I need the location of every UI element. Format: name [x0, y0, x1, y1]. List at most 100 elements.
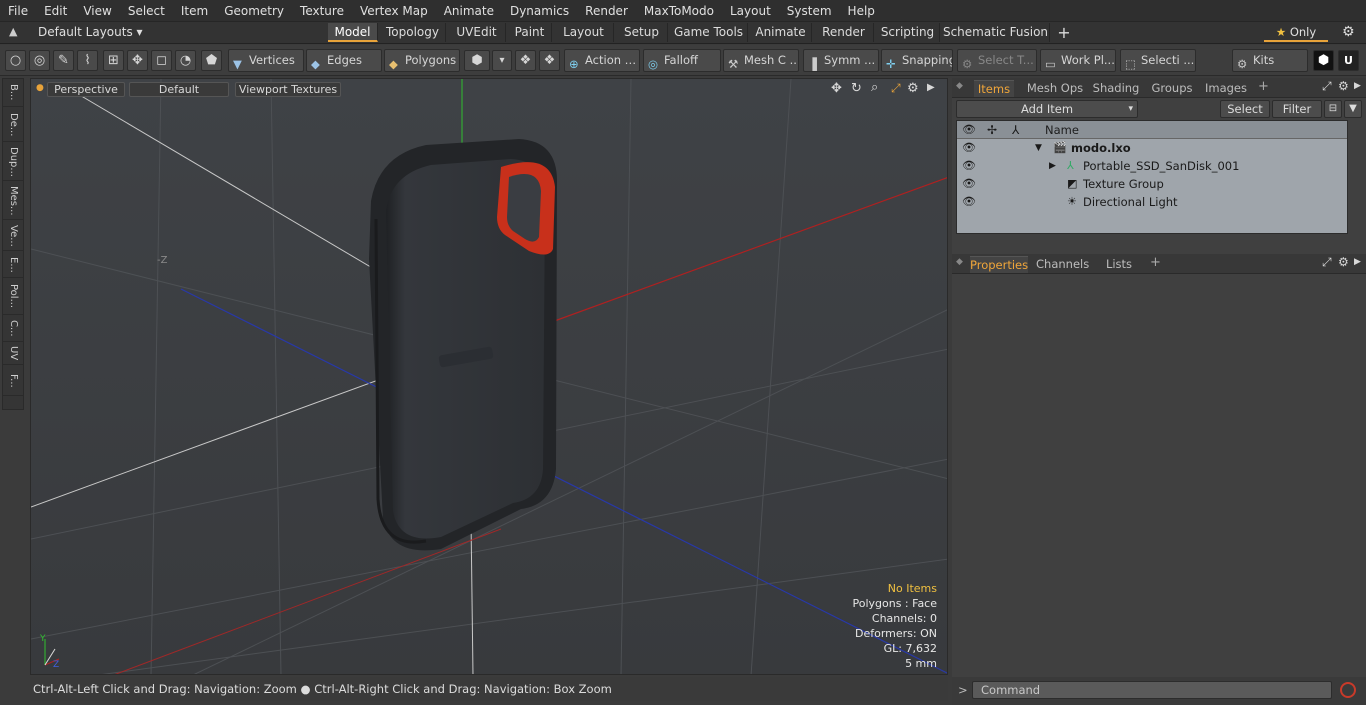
default-shading-button[interactable]: Default [129, 82, 229, 97]
perspective-button[interactable]: Perspective [47, 82, 125, 97]
menu-maxtomodo[interactable]: MaxToModo [636, 4, 722, 18]
tree-row-texture-group[interactable]: 👁 ◩ Texture Group [957, 175, 1347, 193]
tree-row-mesh[interactable]: 👁 ▶ ⅄ Portable_SSD_SanDisk_001 [957, 157, 1347, 175]
rotate-icon[interactable]: ↻ [851, 81, 862, 96]
panel-more-icon[interactable]: ▶ [1354, 81, 1361, 91]
add-tab-icon[interactable]: + [1052, 23, 1076, 42]
left-tab-9[interactable]: UV [3, 343, 23, 365]
mode-dropdown-icon[interactable]: ▾ [492, 50, 512, 71]
add-item-button[interactable]: Add Item ▾ [956, 100, 1138, 118]
tab-animate[interactable]: Animate [750, 23, 812, 42]
left-tab-7[interactable]: Pol... [3, 279, 23, 315]
props-panel-menu-icon[interactable]: ◆ [956, 257, 963, 267]
tab-mesh-ops[interactable]: Mesh Ops [1024, 80, 1086, 97]
record-icon[interactable] [1340, 682, 1356, 698]
3d-viewport[interactable]: -Z Y Z ● Perspective Default Viewport Te… [30, 78, 948, 675]
falloff-button[interactable]: ◎ Falloff [643, 49, 721, 72]
viewport-menu-dot-icon[interactable]: ● [36, 83, 44, 93]
filter-funnel-icon[interactable]: ▼ [1344, 100, 1362, 118]
tree-row-light[interactable]: 👁 ☀ Directional Light [957, 193, 1347, 211]
left-tab-1[interactable]: B... [3, 79, 23, 107]
brush-icon[interactable]: ⌇ [77, 50, 98, 71]
visibility-eye-icon[interactable]: 👁 [962, 139, 976, 157]
globe-icon[interactable]: ◎ [29, 50, 50, 71]
polygons-button[interactable]: ◆ Polygons [384, 49, 460, 72]
unreal-icon[interactable]: U [1338, 50, 1359, 71]
layouts-dropdown[interactable]: Default Layouts ▾ [38, 25, 143, 39]
tab-topology[interactable]: Topology [380, 23, 446, 42]
collapse-arrow-icon[interactable]: ▼ [1035, 139, 1042, 157]
left-tab-2[interactable]: De... [3, 108, 23, 142]
viewport-textures-button[interactable]: Viewport Textures [235, 82, 341, 97]
select-button[interactable]: Select [1220, 100, 1270, 118]
add-panel-tab-icon[interactable]: + [1258, 79, 1269, 94]
menu-layout[interactable]: Layout [722, 4, 779, 18]
unity-icon[interactable]: ⬢ [1313, 50, 1334, 71]
work-plane-button[interactable]: ▭ Work Pl... [1040, 49, 1116, 72]
box-icon[interactable]: ◻ [151, 50, 172, 71]
tab-properties[interactable]: Properties [970, 256, 1028, 273]
props-more-icon[interactable]: ▶ [1354, 257, 1361, 267]
menu-geometry[interactable]: Geometry [216, 4, 292, 18]
action-button[interactable]: ⊕ Action … [564, 49, 640, 72]
selection-sets-button[interactable]: ⬚ Selecti ... [1120, 49, 1196, 72]
only-toggle[interactable]: ★ Only [1264, 23, 1328, 42]
tab-scripting[interactable]: Scripting [876, 23, 940, 42]
select-through-button[interactable]: ⚙ Select T... [957, 49, 1037, 72]
cube-select-icon[interactable]: ❖ [515, 50, 536, 71]
fit-icon[interactable]: ⤢ [891, 81, 901, 96]
symmetry-button[interactable]: ▐ Symm ... [803, 49, 879, 72]
zoom-icon[interactable]: ⌕ [871, 80, 878, 95]
menu-system[interactable]: System [779, 4, 840, 18]
item-mode-icon[interactable]: ⬢ [464, 50, 490, 71]
tab-shading[interactable]: Shading [1090, 80, 1142, 97]
props-gear-icon[interactable]: ⚙ [1338, 255, 1349, 269]
edges-button[interactable]: ◆ Edges [306, 49, 382, 72]
left-tab-6[interactable]: E... [3, 252, 23, 278]
menu-vertex-map[interactable]: Vertex Map [352, 4, 436, 18]
viewport-expand-icon[interactable]: ▶ [927, 82, 935, 93]
vertices-button[interactable]: ▼ Vertices [228, 49, 304, 72]
shield-icon[interactable]: ⬟ [201, 50, 222, 71]
visibility-eye-icon[interactable]: 👁 [962, 157, 976, 175]
tab-groups[interactable]: Groups [1148, 80, 1196, 97]
circle-select-icon[interactable]: ○ [5, 50, 26, 71]
visibility-eye-icon[interactable]: 👁 [962, 175, 976, 193]
panel-menu-icon[interactable]: ◆ [956, 81, 963, 91]
tree-row-scene[interactable]: 👁 ▼ 🎬 modo.lxo [957, 139, 1347, 157]
menu-view[interactable]: View [75, 4, 119, 18]
move-icon[interactable]: ✥ [127, 50, 148, 71]
left-tab-5[interactable]: Ve... [3, 221, 23, 251]
tab-uvedit[interactable]: UVEdit [448, 23, 506, 42]
expand-arrow-icon[interactable]: ▶ [1049, 157, 1056, 175]
menu-animate[interactable]: Animate [436, 4, 502, 18]
tab-images[interactable]: Images [1202, 80, 1250, 97]
command-input[interactable]: Command [972, 681, 1332, 699]
tab-items[interactable]: Items [974, 80, 1014, 97]
portable-ssd-model[interactable] [369, 139, 558, 551]
left-tab-8[interactable]: C... [3, 316, 23, 342]
left-tab-3[interactable]: Dup... [3, 143, 23, 181]
tab-game-tools[interactable]: Game Tools [670, 23, 748, 42]
cube-deselect-icon[interactable]: ❖ [539, 50, 560, 71]
viewport-settings-gear-icon[interactable]: ⚙ [907, 81, 919, 96]
menu-help[interactable]: Help [840, 4, 883, 18]
tab-model[interactable]: Model [328, 23, 378, 42]
transform-icon[interactable]: ⊞ [103, 50, 124, 71]
expand-panel-icon[interactable]: ⤢ [1322, 79, 1332, 94]
props-expand-icon[interactable]: ⤢ [1322, 255, 1332, 270]
menu-texture[interactable]: Texture [292, 4, 352, 18]
menu-item[interactable]: Item [173, 4, 216, 18]
tab-setup[interactable]: Setup [616, 23, 668, 42]
tab-render[interactable]: Render [814, 23, 874, 42]
menu-file[interactable]: File [0, 4, 36, 18]
add-props-tab-icon[interactable]: + [1150, 255, 1161, 270]
collapse-all-icon[interactable]: ⊟ [1324, 100, 1342, 118]
tab-layout[interactable]: Layout [554, 23, 614, 42]
left-tab-4[interactable]: Mes... [3, 182, 23, 220]
mesh-constraint-button[interactable]: ⚒ Mesh C ... [723, 49, 799, 72]
kits-button[interactable]: ⚙ Kits [1232, 49, 1308, 72]
collapse-icon[interactable]: ▲ [9, 25, 17, 38]
settings-gear-icon[interactable]: ⚙ [1342, 24, 1355, 40]
tab-lists[interactable]: Lists [1096, 256, 1142, 273]
